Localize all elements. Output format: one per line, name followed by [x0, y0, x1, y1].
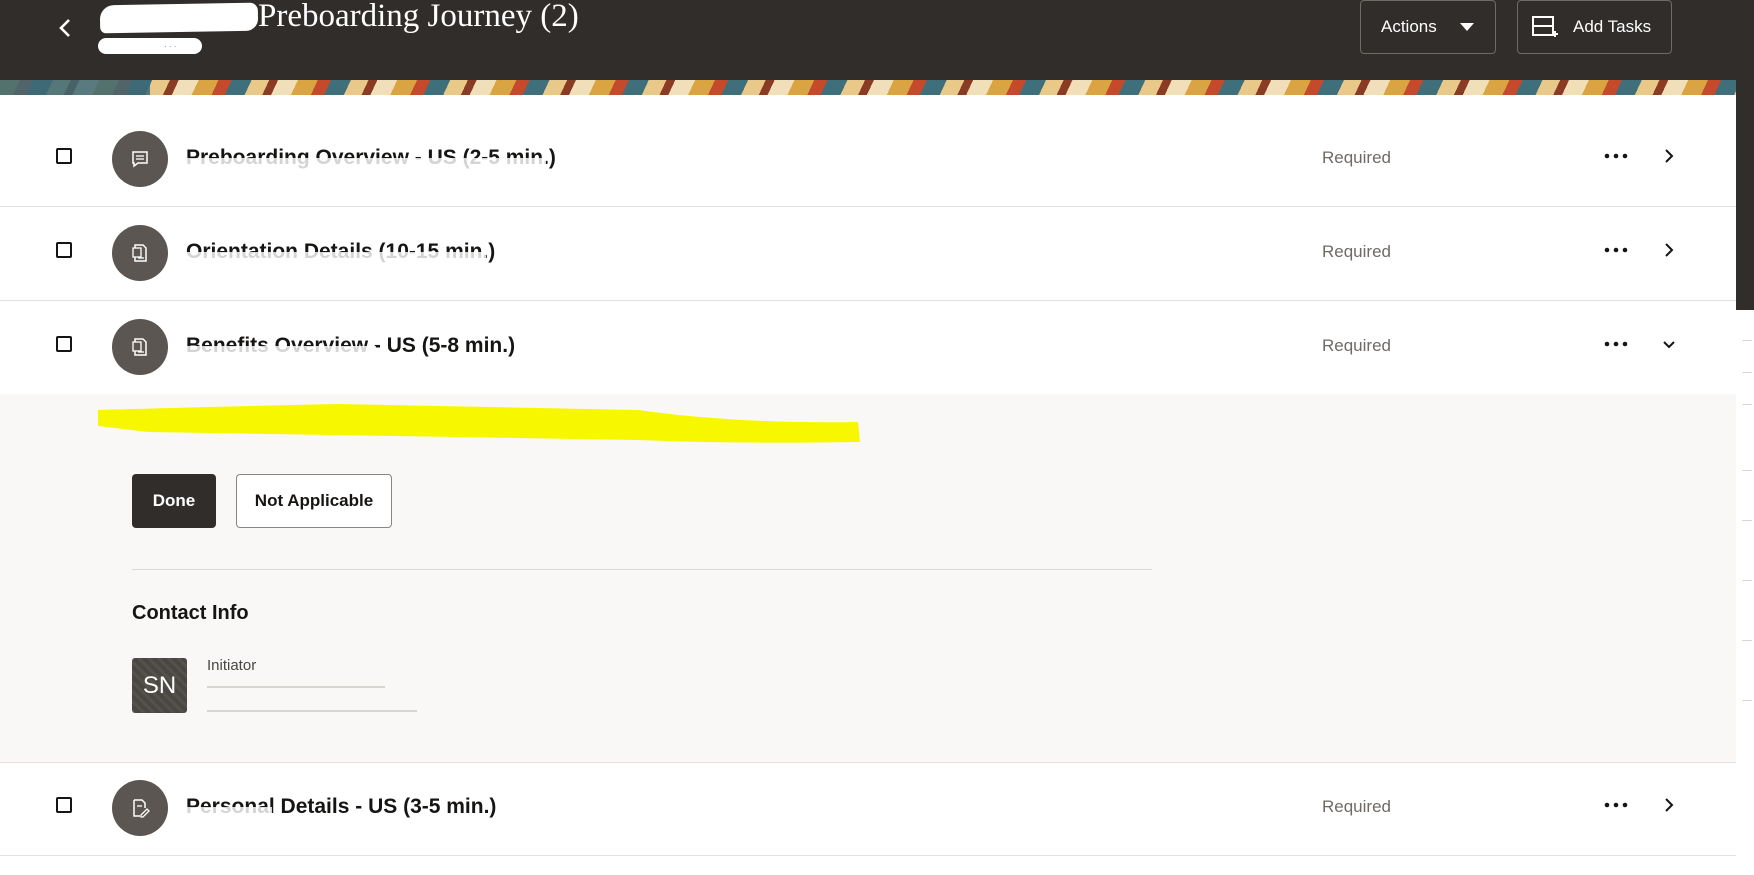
done-button[interactable]: Done: [132, 474, 216, 528]
chevron-right-icon: [1665, 798, 1674, 812]
scrollbar[interactable]: [1736, 80, 1754, 310]
collapse-button[interactable]: [1657, 332, 1681, 356]
gutter-mark: [1742, 580, 1752, 581]
add-task-icon: [1532, 16, 1558, 37]
task-status: Required: [1322, 242, 1391, 261]
gutter-mark: [1742, 640, 1752, 641]
more-actions-button[interactable]: [1601, 793, 1631, 817]
task-type-avatar: [112, 319, 168, 375]
ellipsis-icon: [1604, 802, 1628, 808]
section-divider: [132, 569, 1152, 570]
contact-info-heading: Contact Info: [132, 602, 249, 624]
more-actions-button[interactable]: [1601, 332, 1631, 356]
redaction-mask: [186, 346, 376, 362]
more-actions-button[interactable]: [1601, 238, 1631, 262]
page-header: · · · Preboarding Journey (2) Actions Ad…: [0, 0, 1754, 80]
page-title: Preboarding Journey (2): [258, 0, 579, 34]
task-type-avatar: [112, 225, 168, 281]
actions-label: Actions: [1381, 17, 1437, 36]
redacted-contact-email: [207, 710, 417, 712]
task-row-expanded[interactable]: Benefits Overview - US (5-8 min.) Requir…: [0, 302, 1736, 394]
chevron-right-icon: [1665, 243, 1674, 257]
not-applicable-button[interactable]: Not Applicable: [236, 474, 392, 528]
task-type-avatar: [112, 131, 168, 187]
add-tasks-label: Add Tasks: [1573, 17, 1652, 36]
edit-document-icon: [133, 799, 150, 818]
chevron-down-icon: [1663, 341, 1675, 349]
redaction-mask: [186, 252, 486, 268]
gutter-mark: [1742, 404, 1752, 405]
actions-button[interactable]: Actions: [1360, 0, 1496, 54]
back-button[interactable]: [52, 14, 80, 42]
highlight-redaction: [98, 404, 860, 443]
chevron-right-icon: [1665, 149, 1674, 163]
redacted-subtitle: · · ·: [98, 38, 202, 54]
task-detail-panel: [0, 394, 1736, 763]
gutter-mark: [1742, 520, 1752, 521]
gutter-mark: [1742, 372, 1752, 373]
task-row[interactable]: Preboarding Overview - US (2-5 min.) Req…: [0, 114, 1736, 207]
chevron-left-icon: [59, 19, 70, 37]
redaction-mask: [186, 158, 546, 174]
ellipsis-icon: [1604, 247, 1628, 253]
task-checkbox[interactable]: [56, 242, 72, 258]
decorative-banner: [0, 80, 1736, 95]
add-tasks-button[interactable]: Add Tasks: [1517, 0, 1672, 54]
redaction-mask: [186, 807, 272, 823]
expand-button[interactable]: [1657, 144, 1681, 168]
right-gutter: [1736, 310, 1754, 875]
document-icon: [132, 244, 147, 262]
avatar-initials: SN: [142, 671, 177, 699]
document-icon: [132, 338, 147, 356]
more-actions-button[interactable]: [1601, 144, 1631, 168]
expand-button[interactable]: [1657, 238, 1681, 262]
task-type-avatar: [112, 780, 168, 836]
task-row[interactable]: Orientation Details (10-15 min.) Require…: [0, 208, 1736, 301]
task-status: Required: [1322, 336, 1391, 355]
gutter-mark: [1742, 470, 1752, 471]
task-status: Required: [1322, 148, 1391, 167]
banner-shade: [0, 80, 150, 95]
contact-role: Initiator: [207, 657, 257, 674]
ellipsis-icon: [1604, 341, 1628, 347]
redacted-name: [99, 2, 259, 34]
message-icon: [132, 151, 148, 168]
caret-down-icon: [1459, 23, 1474, 31]
task-row[interactable]: Personal Details - US (3-5 min.) Require…: [0, 763, 1736, 856]
ellipsis-icon: [1604, 153, 1628, 159]
task-checkbox[interactable]: [56, 336, 72, 352]
gutter-mark: [1742, 340, 1752, 341]
gutter-mark: [1742, 700, 1752, 701]
redacted-contact-name: [207, 686, 385, 688]
expand-button[interactable]: [1657, 793, 1681, 817]
task-checkbox[interactable]: [56, 797, 72, 813]
task-checkbox[interactable]: [56, 148, 72, 164]
task-status: Required: [1322, 797, 1391, 816]
avatar: SN: [132, 658, 187, 713]
